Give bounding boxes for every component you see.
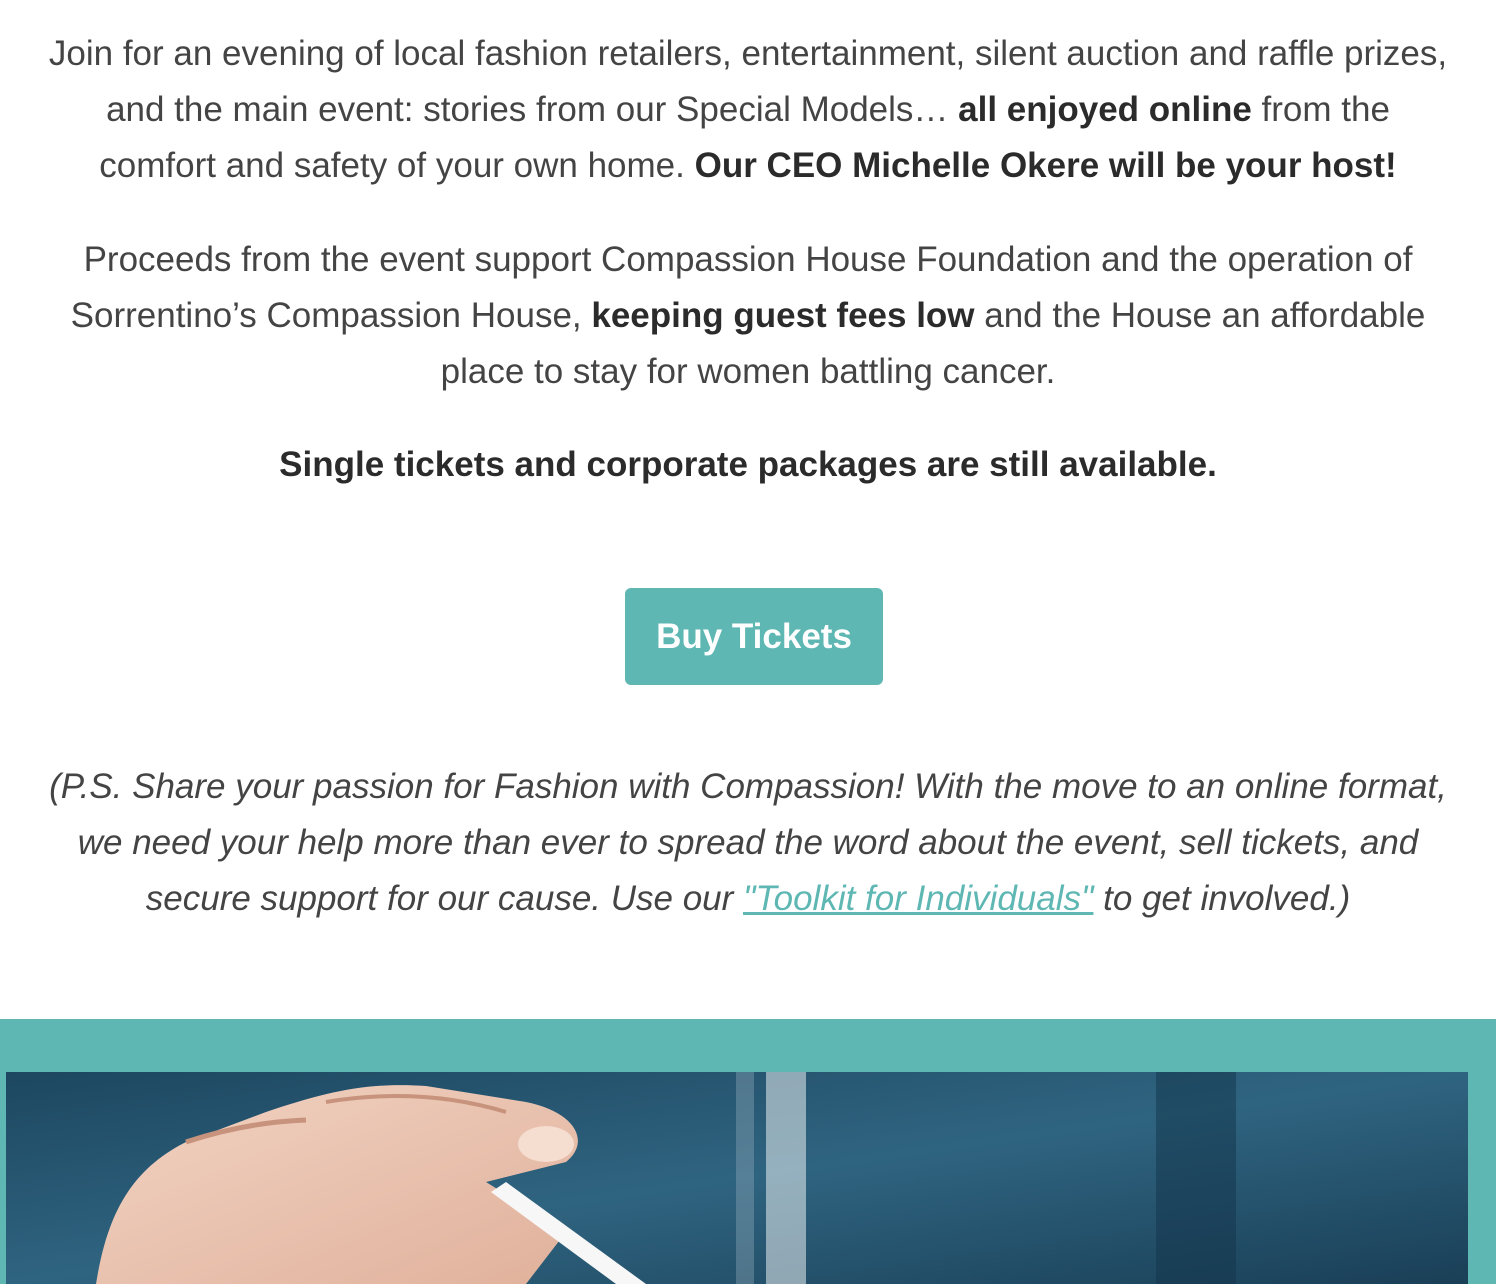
ps-paragraph: (P.S. Share your passion for Fashion wit… <box>0 759 1496 927</box>
proceeds-line-1: Proceeds from the event support Compassi… <box>83 240 1413 279</box>
ps-line-3-post: to get involved.) <box>1093 879 1351 918</box>
intro-line-2-pre: and the main event: stories from our Spe… <box>106 90 959 129</box>
intro-line-2-bold: all enjoyed online <box>958 90 1252 129</box>
proceeds-paragraph: Proceeds from the event support Compassi… <box>0 232 1496 400</box>
intro-line-1: Join for an evening of local fashion ret… <box>48 34 1448 73</box>
availability-text: Single tickets and corporate packages ar… <box>279 445 1217 484</box>
ps-line-3-pre: secure support for our cause. Use our <box>145 879 744 918</box>
hand-holding-pen-image <box>6 1072 1468 1284</box>
toolkit-link[interactable]: "Toolkit for Individuals" <box>743 879 1093 918</box>
host-announcement: Our CEO Michelle Okere will be your host… <box>694 146 1397 185</box>
intro-line-2-post: from the <box>1251 90 1390 129</box>
proceeds-line-3: place to stay for women battling cancer. <box>440 352 1056 391</box>
ps-line-1: (P.S. Share your passion for Fashion wit… <box>49 767 1447 806</box>
buy-tickets-button[interactable]: Buy Tickets <box>625 588 883 685</box>
hero-photo <box>6 1072 1468 1284</box>
proceeds-line-2-post: and the House an affordable <box>974 296 1426 335</box>
proceeds-line-2-pre: Sorrentino’s Compassion House, <box>70 296 592 335</box>
intro-line-3-pre: comfort and safety of your own home. <box>99 146 695 185</box>
intro-paragraph: Join for an evening of local fashion ret… <box>0 26 1496 194</box>
proceeds-line-2-bold: keeping guest fees low <box>591 296 975 335</box>
ps-line-2: we need your help more than ever to spre… <box>77 823 1419 862</box>
